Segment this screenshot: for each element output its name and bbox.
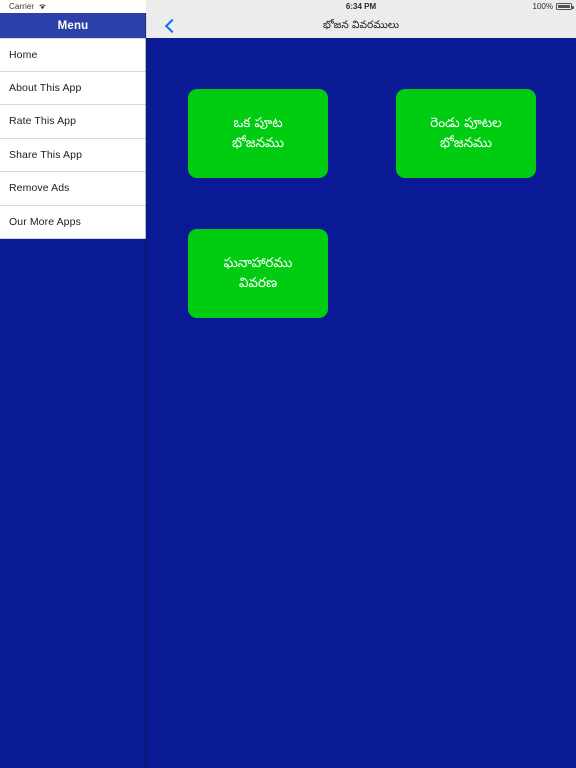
sidebar-item-remove-ads[interactable]: Remove Ads	[0, 172, 146, 206]
battery-group: 100%	[532, 0, 574, 13]
sidebar-menu: Menu Home About This App Rate This App S…	[0, 13, 146, 768]
tile-label: రెండు పూటల భోజనము	[430, 114, 502, 151]
tile-label: ఒక పూట భోజనము	[231, 114, 284, 151]
sidebar-title: Menu	[57, 19, 89, 32]
sidebar-divider	[145, 0, 147, 768]
sidebar-item-label: Home	[9, 48, 38, 61]
app-screen: Carrier 6:34 PM 100% భోజన వివరములు ఒక పూ…	[0, 0, 576, 768]
battery-percent-label: 100%	[532, 2, 553, 11]
clock-label: 6:34 PM	[345, 2, 377, 11]
sidebar-item-label: About This App	[9, 81, 82, 94]
sidebar-item-share-this-app[interactable]: Share This App	[0, 138, 146, 172]
navigation-bar: భోజన వివరములు	[146, 13, 576, 38]
sidebar-item-home[interactable]: Home	[0, 38, 146, 72]
sidebar-item-label: Remove Ads	[9, 182, 70, 195]
chevron-left-icon	[164, 18, 180, 33]
tile-label: ఘనాహారము వివరణ	[223, 254, 293, 291]
back-button[interactable]	[156, 13, 186, 38]
sidebar-item-label: Our More Apps	[9, 215, 81, 228]
main-content: ఒక పూట భోజనము రెండు పూటల భోజనము ఘనాహారము వి…	[146, 38, 576, 768]
sidebar-item-rate-this-app[interactable]: Rate This App	[0, 105, 146, 139]
sidebar-item-our-more-apps[interactable]: Our More Apps	[0, 205, 146, 239]
sidebar-list: Home About This App Rate This App Share …	[0, 38, 146, 239]
battery-full-icon	[556, 3, 574, 10]
tile-one-time-meal[interactable]: ఒక పూట భోజనము	[188, 89, 328, 178]
sidebar-item-label: Share This App	[9, 148, 83, 161]
status-bar-right: 6:34 PM 100%	[146, 0, 576, 13]
carrier-label: Carrier	[9, 2, 35, 11]
tile-solid-food-details[interactable]: ఘనాహారము వివరణ	[188, 229, 328, 318]
sidebar-item-label: Rate This App	[9, 115, 77, 128]
status-bar: Carrier 6:34 PM 100%	[0, 0, 576, 13]
wifi-icon	[38, 3, 47, 10]
status-bar-left: Carrier	[0, 0, 146, 13]
sidebar-header: Menu	[0, 13, 146, 38]
sidebar-item-about-this-app[interactable]: About This App	[0, 71, 146, 105]
tile-two-time-meal[interactable]: రెండు పూటల భోజనము	[396, 89, 536, 178]
page-title: భోజన వివరములు	[322, 19, 400, 31]
